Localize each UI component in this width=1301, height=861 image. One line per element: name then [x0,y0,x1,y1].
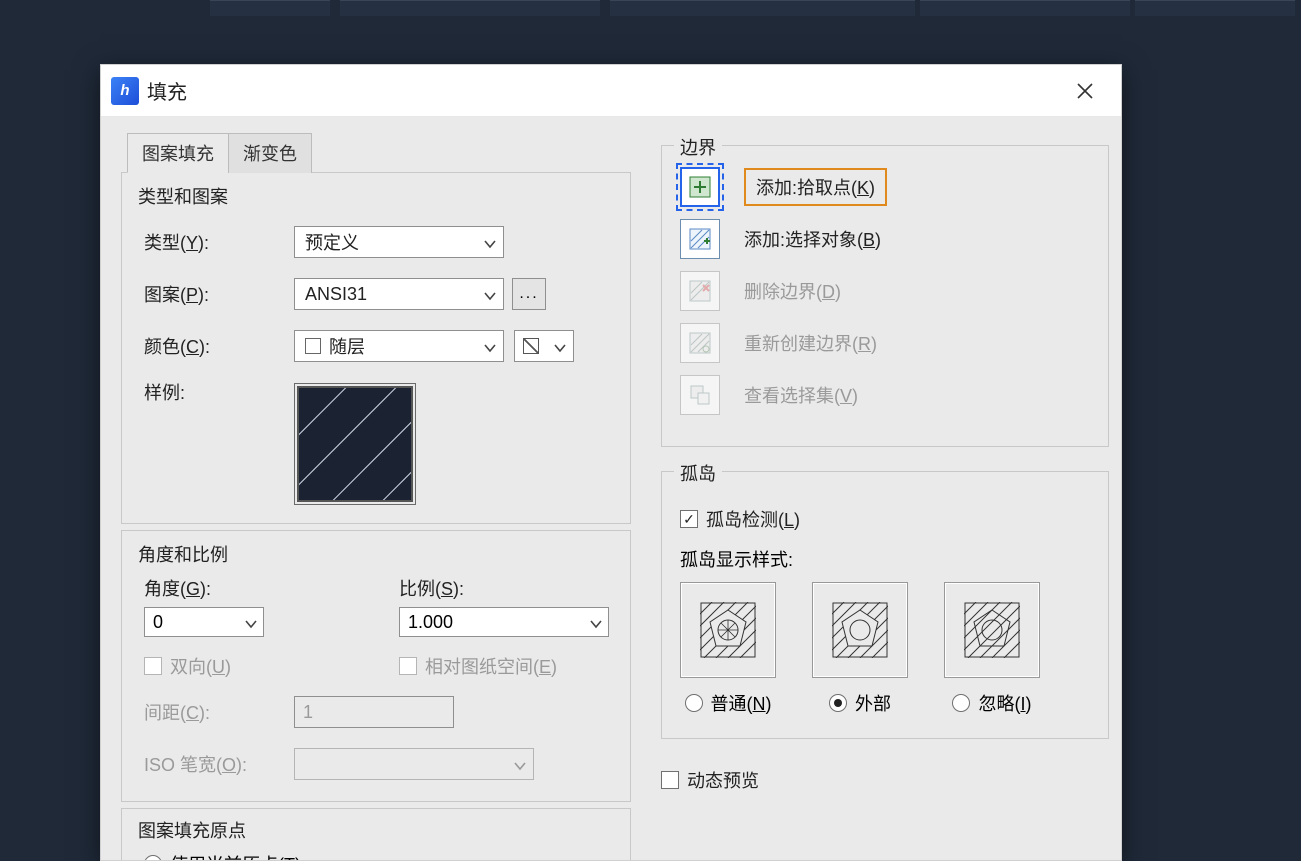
checkbox-relative-paper: 相对图纸空间(E) [399,653,614,679]
ribbon-fragment [210,0,330,16]
close-icon [1076,82,1094,100]
legend-angle-scale: 角度和比例 [138,541,614,567]
label-angle: 角度(G): [144,575,359,601]
chevron-down-icon [483,287,497,301]
chevron-down-icon [483,339,497,353]
tile-island-normal[interactable] [680,582,776,678]
checkbox-dynamic-preview[interactable]: 动态预览 [661,767,1109,793]
scale-value: 1.000 [408,612,453,633]
btn-view-selection [680,375,720,415]
island-ignore-icon [964,602,1020,658]
label-remove-boundary: 删除边界(D) [744,278,841,304]
combo-pattern[interactable]: ANSI31 [294,278,504,310]
group-hatch-origin: 图案填充原点 使用当前原点(T) [121,808,631,860]
label-select-object[interactable]: 添加:选择对象(B) [744,226,881,252]
group-island: 孤岛 孤岛检测(L) 孤岛显示样式: [661,471,1109,739]
hatch-dialog: h 填充 图案填充 渐变色 类型和图案 类型(Y): 预定义 [100,64,1122,861]
legend-origin: 图案填充原点 [138,817,614,843]
label-iso-pen: ISO 笔宽(O): [144,751,294,777]
tile-island-outer[interactable] [812,582,908,678]
group-boundary: 边界 添加:拾取点(K) [661,145,1109,447]
label-dynamic-preview: 动态预览 [687,767,759,793]
input-spacing: 1 [294,696,454,728]
combo-iso-pen [294,748,534,780]
ribbon-fragment [1135,0,1295,16]
combo-type-value: 预定义 [305,229,359,255]
tile-island-ignore[interactable] [944,582,1040,678]
btn-add-pick-point[interactable] [680,167,720,207]
label-pattern: 图案(P): [144,281,294,307]
titlebar: h 填充 [101,65,1121,117]
legend-type-pattern: 类型和图案 [138,183,614,209]
chevron-down-icon [589,615,603,629]
label-type: 类型(Y): [144,229,294,255]
chevron-down-icon [244,615,258,629]
btn-remove-boundary [680,271,720,311]
label-spacing: 间距(C): [144,699,294,725]
label-view-selection: 查看选择集(V) [744,382,858,408]
ribbon-fragment [920,0,1130,16]
combo-bg-color[interactable] [514,330,574,362]
combo-color[interactable]: 随层 [294,330,504,362]
pick-point-icon [688,175,712,199]
checkbox-island-detect[interactable]: 孤岛检测(L) [680,506,1090,532]
chevron-down-icon [553,339,567,353]
island-normal-icon [700,602,756,658]
combo-type[interactable]: 预定义 [294,226,504,258]
close-button[interactable] [1065,71,1105,111]
combo-pattern-value: ANSI31 [305,284,367,305]
combo-color-value: 随层 [329,333,365,359]
combo-angle[interactable]: 0 [144,607,264,637]
radio-island-ignore[interactable]: 忽略(I) [952,690,1031,716]
label-island-outer: 外部 [855,690,891,716]
checkbox-double: 双向(U) [144,653,359,679]
view-selection-icon [688,383,712,407]
radio-island-normal[interactable]: 普通(N) [685,690,772,716]
combo-scale[interactable]: 1.000 [399,607,609,637]
island-outer-icon [832,602,888,658]
spacing-value: 1 [303,702,313,723]
tab-pattern-fill[interactable]: 图案填充 [127,133,229,173]
ribbon-fragment [610,0,915,16]
label-sample: 样例: [144,379,294,405]
label-recreate-boundary: 重新创建边界(R) [744,330,877,356]
ribbon-fragment [340,0,600,16]
label-pick-point[interactable]: 添加:拾取点(K) [756,178,875,198]
pattern-browse-button[interactable]: ... [512,278,546,310]
legend-island: 孤岛 [674,460,722,486]
label-scale: 比例(S): [399,575,614,601]
radio-use-current-origin[interactable]: 使用当前原点(T) [144,851,614,860]
group-angle-scale: 角度和比例 角度(G): 0 双向(U) 比例(S): [121,530,631,802]
legend-boundary: 边界 [674,134,722,160]
no-fill-icon [523,338,539,354]
app-icon: h [111,77,139,105]
highlight-pick-point: 添加:拾取点(K) [744,168,887,206]
btn-recreate-boundary [680,323,720,363]
tab-gradient[interactable]: 渐变色 [228,133,312,173]
sample-swatch[interactable] [294,383,416,505]
radio-island-outer[interactable]: 外部 [829,690,891,716]
btn-add-select-object[interactable] [680,219,720,259]
angle-value: 0 [153,612,163,633]
group-type-pattern: 类型和图案 类型(Y): 预定义 图案(P): ANSI31 ... [121,172,631,524]
chevron-down-icon [513,757,527,771]
recreate-boundary-icon [688,331,712,355]
remove-boundary-icon [688,279,712,303]
dialog-title: 填充 [147,76,187,105]
tabs: 图案填充 渐变色 [127,133,631,173]
chevron-down-icon [483,235,497,249]
label-color: 颜色(C): [144,333,294,359]
label-island-style: 孤岛显示样式: [680,546,1090,572]
select-object-icon [688,227,712,251]
